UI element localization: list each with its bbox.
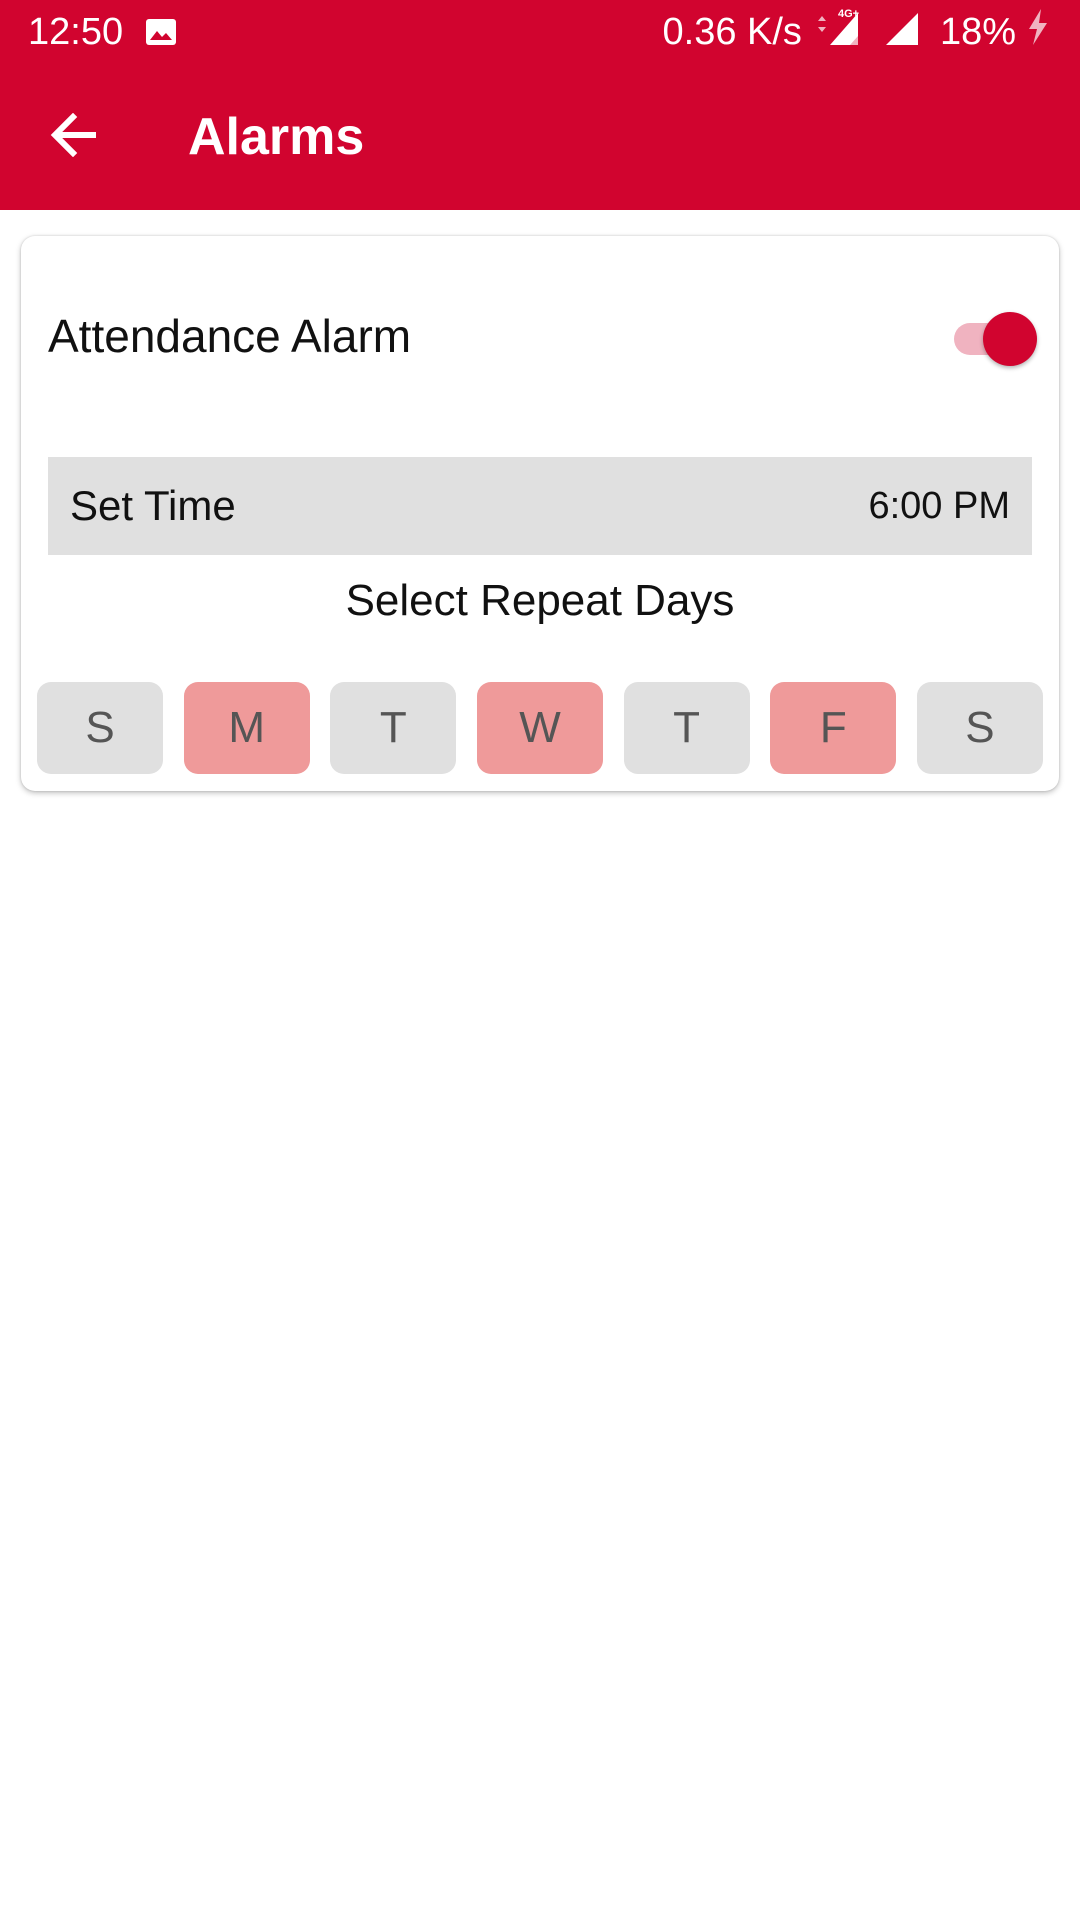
toggle-thumb — [983, 312, 1037, 366]
day-tuesday[interactable]: T — [330, 682, 457, 774]
battery-charging-icon — [1024, 7, 1052, 57]
day-saturday[interactable]: S — [916, 682, 1043, 774]
repeat-days-heading: Select Repeat Days — [345, 576, 735, 625]
set-time-value: 6:00 PM — [868, 484, 1010, 527]
back-button[interactable] — [0, 64, 146, 210]
repeat-days: S M T W T F S — [37, 682, 1043, 774]
page-title: Alarms — [188, 108, 365, 166]
status-time: 12:50 — [28, 10, 124, 53]
day-friday[interactable]: F — [770, 682, 897, 774]
gallery-icon — [145, 18, 177, 46]
day-thursday[interactable]: T — [623, 682, 750, 774]
svg-text:4G+: 4G+ — [838, 8, 859, 20]
status-bar: 12:50 0.36 K/s 4G+ 18% — [0, 0, 1080, 64]
day-monday[interactable]: M — [183, 682, 310, 774]
day-sunday[interactable]: S — [37, 682, 163, 774]
status-right: 0.36 K/s 4G+ 18% — [663, 7, 1052, 57]
signal-4g-icon: 4G+ — [814, 7, 868, 57]
net-speed: 0.36 K/s — [662, 10, 802, 53]
set-time-row[interactable]: Set Time 6:00 PM — [48, 457, 1032, 555]
signal-icon — [882, 7, 922, 57]
alarm-label: Attendance Alarm — [48, 310, 412, 362]
alarm-toggle[interactable] — [948, 306, 1038, 366]
set-time-label: Set Time — [70, 482, 236, 529]
arrow-back-icon — [49, 112, 97, 162]
day-wednesday[interactable]: W — [476, 682, 603, 774]
battery-percent: 18% — [939, 10, 1016, 53]
alarm-card: Attendance Alarm Set Time 6:00 PM Select… — [21, 236, 1059, 791]
alarm-row: Attendance Alarm — [48, 296, 1038, 376]
app-bar: Alarms — [0, 64, 1080, 210]
